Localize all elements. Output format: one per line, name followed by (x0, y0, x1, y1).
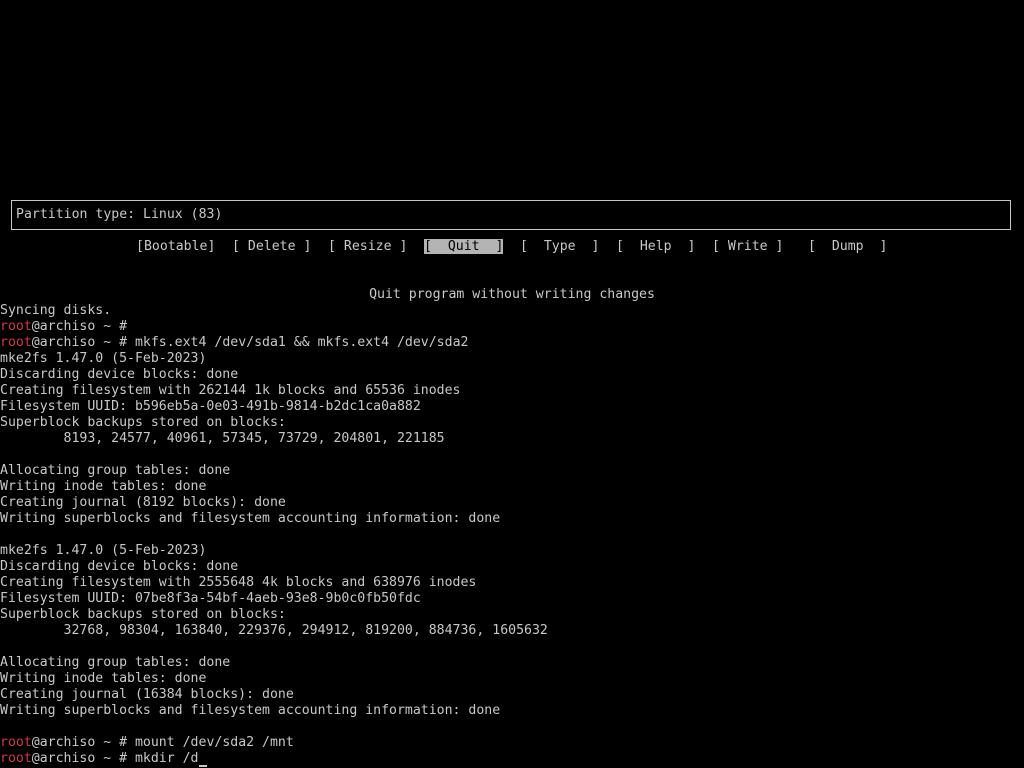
quit-button[interactable]: [ Quit ] (424, 239, 504, 255)
output-line: Creating journal (8192 blocks): done (0, 495, 286, 510)
prompt-line: root@archiso ~ # mount /dev/sda2 /mnt (0, 735, 294, 751)
output-line: Filesystem UUID: b596eb5a-0e03-491b-9814… (0, 399, 421, 414)
type-button[interactable]: [ Type ] (520, 239, 599, 255)
output-line: Allocating group tables: done (0, 655, 231, 670)
output-line: Discarding device blocks: done (0, 559, 239, 574)
prompt-line: root@archiso ~ # mkfs.ext4 /dev/sda1 && … (0, 335, 468, 351)
text-cursor (198, 751, 207, 767)
menu-hint: Quit program without writing changes (369, 287, 655, 302)
resize-button[interactable]: [ Resize ] (328, 239, 407, 255)
output-line: Writing inode tables: done (0, 671, 207, 686)
output-line: Syncing disks. (0, 303, 112, 318)
delete-button[interactable]: [ Delete ] (232, 239, 311, 255)
output-line: 8193, 24577, 40961, 57345, 73729, 204801… (0, 431, 445, 446)
prompt-user: root (0, 319, 32, 334)
output-line: Discarding device blocks: done (0, 367, 239, 382)
prompt-host: @archiso ~ # (31, 319, 135, 334)
partition-type-label: Partition type: Linux (83) (16, 207, 223, 222)
output-line: mke2fs 1.47.0 (5-Feb-2023) (0, 351, 207, 366)
prompt-user: root (0, 735, 32, 750)
output-line: Writing superblocks and filesystem accou… (0, 703, 501, 718)
partition-type-box: Partition type: Linux (83) (11, 200, 1011, 230)
output-line: Filesystem UUID: 07be8f3a-54bf-4aeb-93e8… (0, 591, 421, 606)
prompt-line: root@archiso ~ # mkdir /d (0, 751, 207, 767)
output-line: 32768, 98304, 163840, 229376, 294912, 81… (0, 623, 548, 638)
prompt-user: root (0, 751, 32, 766)
command-text: mount /dev/sda2 /mnt (134, 735, 294, 750)
write-button[interactable]: [ Write ] (712, 239, 783, 255)
output-line: Creating filesystem with 262144 1k block… (0, 383, 461, 398)
output-line: Allocating group tables: done (0, 463, 231, 478)
output-line: Writing superblocks and filesystem accou… (0, 511, 501, 526)
help-button[interactable]: [ Help ] (616, 239, 695, 255)
output-line: Writing inode tables: done (0, 479, 207, 494)
prompt-host: @archiso ~ # (31, 335, 135, 350)
command-text: mkfs.ext4 /dev/sda1 && mkfs.ext4 /dev/sd… (134, 335, 469, 350)
output-line: Superblock backups stored on blocks: (0, 415, 286, 430)
prompt-user: root (0, 335, 32, 350)
output-line: Superblock backups stored on blocks: (0, 607, 286, 622)
dump-button[interactable]: [ Dump ] (808, 239, 887, 255)
prompt-host: @archiso ~ # (31, 735, 135, 750)
prompt-host: @archiso ~ # (31, 751, 135, 766)
output-line: mke2fs 1.47.0 (5-Feb-2023) (0, 543, 207, 558)
output-line: Creating journal (16384 blocks): done (0, 687, 294, 702)
bootable-button[interactable]: [Bootable] (136, 239, 215, 255)
output-line: Creating filesystem with 2555648 4k bloc… (0, 575, 477, 590)
command-text: mkdir /d (134, 751, 199, 766)
prompt-line: root@archiso ~ # (0, 319, 135, 335)
